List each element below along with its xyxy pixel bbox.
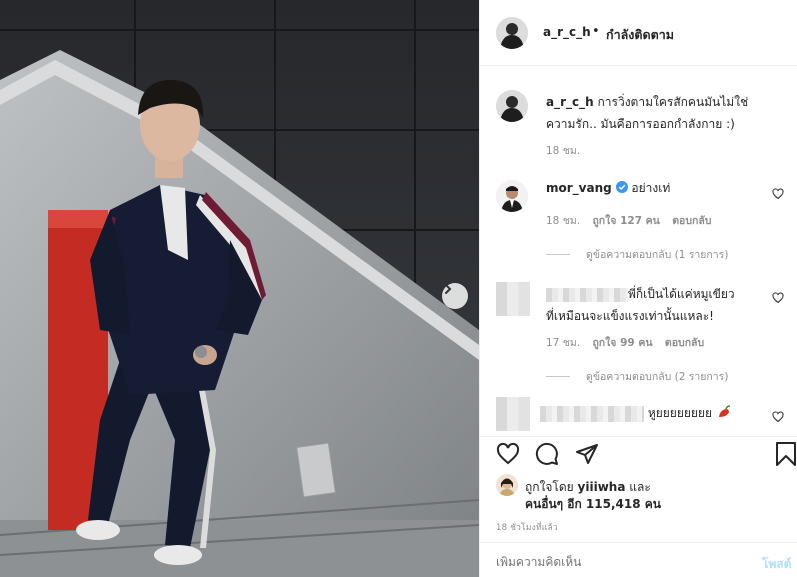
heart-icon[interactable] <box>496 442 520 466</box>
chevron-right-icon <box>445 284 452 294</box>
comment-meta: 17 ชม. ถูกใจ 99 คน ตอบกลับ <box>546 334 713 351</box>
comment-meta: 18 ชม. ถูกใจ 127 คน ตอบกลับ <box>546 212 720 229</box>
liked-by-user[interactable]: yiiiwha <box>578 480 626 494</box>
blurred-username[interactable] <box>540 405 644 422</box>
view-replies-label: ดูข้อความตอบกลับ (2 รายการ) <box>586 371 729 383</box>
liked-by-and: และ <box>629 480 651 494</box>
comment-text: อย่างเท่ <box>631 181 671 195</box>
post-details-panel: a_r_c_h • กำลังติดตาม a_r_c_h การวิ่งตาม… <box>479 0 797 577</box>
comment-username[interactable]: mor_vang <box>546 181 612 195</box>
caption-time: 18 ชม. <box>546 142 589 159</box>
comment-avatar-blurred[interactable] <box>496 282 530 316</box>
next-photo-button[interactable] <box>442 283 468 309</box>
caption-username[interactable]: a_r_c_h <box>546 95 594 109</box>
add-comment-bar: โพสต์ <box>480 542 797 577</box>
comment-text-block: พี่ก็เป็นได้แค่หมูเขียว ที่เหมือนจะแข็งแ… <box>546 283 761 327</box>
post-header: a_r_c_h • กำลังติดตาม <box>480 0 797 66</box>
comment-reply-button[interactable]: ตอบกลับ <box>672 215 711 227</box>
comment-time[interactable]: 18 ชม. <box>546 215 580 227</box>
comment-time[interactable]: 17 ชม. <box>546 337 580 349</box>
chili-pepper-icon <box>718 405 730 417</box>
comment-text: หูยยยยยยยย <box>647 406 712 420</box>
view-replies-button[interactable]: ดูข้อความตอบกลับ (2 รายการ) <box>546 368 728 385</box>
comment-text-block: หูยยยยยยยย <box>540 402 770 424</box>
caption-time-text[interactable]: 18 ชม. <box>546 145 580 157</box>
likes-count[interactable]: คนอื่นๆ อีก 115,418 คน <box>525 495 661 514</box>
comment-avatar[interactable] <box>496 180 528 212</box>
comment-text-line1: พี่ก็เป็นได้แค่หมูเขียว <box>628 287 735 301</box>
posted-time[interactable]: 18 ชั่วโมงที่แล้ว <box>496 520 558 534</box>
share-icon[interactable] <box>575 442 599 466</box>
view-replies-button[interactable]: ดูข้อความตอบกลับ (1 รายการ) <box>546 246 728 263</box>
author-avatar[interactable] <box>496 17 528 49</box>
photo-scene <box>0 0 479 577</box>
comment-likes[interactable]: ถูกใจ 127 คน <box>592 215 659 227</box>
comment-like-heart-icon[interactable] <box>772 411 784 423</box>
caption-text-block: a_r_c_h การวิ่งตามใครสักคนมันไม่ใช่ความร… <box>546 91 756 135</box>
following-button[interactable]: กำลังติดตาม <box>606 25 674 45</box>
replies-divider <box>546 376 570 377</box>
post-photo <box>0 0 479 577</box>
comments-list: a_r_c_h การวิ่งตามใครสักคนมันไม่ใช่ความร… <box>480 67 797 436</box>
view-replies-label: ดูข้อความตอบกลับ (1 รายการ) <box>586 249 729 261</box>
blurred-username[interactable] <box>546 287 628 302</box>
header-separator: • <box>592 24 600 39</box>
add-comment-input[interactable] <box>496 555 746 569</box>
bookmark-icon[interactable] <box>775 442 797 466</box>
author-username[interactable]: a_r_c_h <box>543 25 591 39</box>
replies-divider <box>546 254 570 255</box>
liked-by-avatar[interactable] <box>496 474 518 496</box>
comment-like-heart-icon[interactable] <box>772 292 784 304</box>
comment-likes[interactable]: ถูกใจ 99 คน <box>592 337 652 349</box>
comment-text-block: mor_vang อย่างเท่ <box>546 177 761 199</box>
comment-like-heart-icon[interactable] <box>772 188 784 200</box>
caption-avatar[interactable] <box>496 90 528 122</box>
post-comment-button[interactable]: โพสต์ <box>762 555 791 574</box>
comment-icon[interactable] <box>535 442 559 466</box>
liked-by-prefix: ถูกใจโดย <box>525 480 574 494</box>
verified-badge-icon <box>615 181 628 193</box>
comment-text-line2: ที่เหมือนจะแข็งแรงเท่านั้นแหละ! <box>546 309 714 323</box>
post-actions: ถูกใจโดย yiiiwha และ คนอื่นๆ อีก 115,418… <box>480 436 797 577</box>
comment-avatar-blurred[interactable] <box>496 397 530 431</box>
comment-reply-button[interactable]: ตอบกลับ <box>665 337 704 349</box>
